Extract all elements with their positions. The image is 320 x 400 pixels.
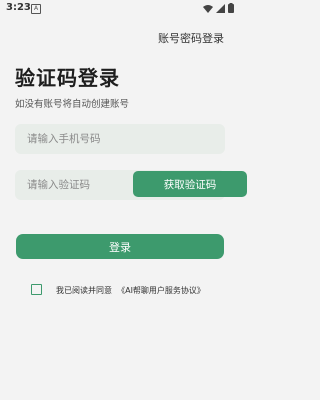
phone-input[interactable]	[15, 124, 225, 154]
signal-icon	[216, 3, 225, 13]
get-code-button[interactable]: 获取验证码	[133, 171, 247, 197]
agreement-text: 我已阅读并同意 《AI帮聊用户服务协议》	[56, 285, 205, 296]
agreement-checkbox[interactable]	[31, 284, 42, 295]
notification-icon: A	[31, 4, 41, 14]
status-indicators	[203, 3, 234, 13]
status-time: 3:23	[6, 2, 31, 13]
password-login-link[interactable]: 账号密码登录	[158, 30, 224, 46]
battery-icon	[228, 3, 234, 13]
agreement-prefix: 我已阅读并同意	[56, 286, 112, 295]
page-subtitle: 如没有账号将自动创建账号	[15, 99, 130, 110]
agreement-link[interactable]: 《AI帮聊用户服务协议》	[117, 286, 205, 295]
page-title: 验证码登录	[15, 66, 120, 90]
status-bar: 3:23 A	[0, 0, 240, 18]
wifi-icon	[203, 4, 213, 13]
login-button[interactable]: 登录	[16, 234, 224, 259]
